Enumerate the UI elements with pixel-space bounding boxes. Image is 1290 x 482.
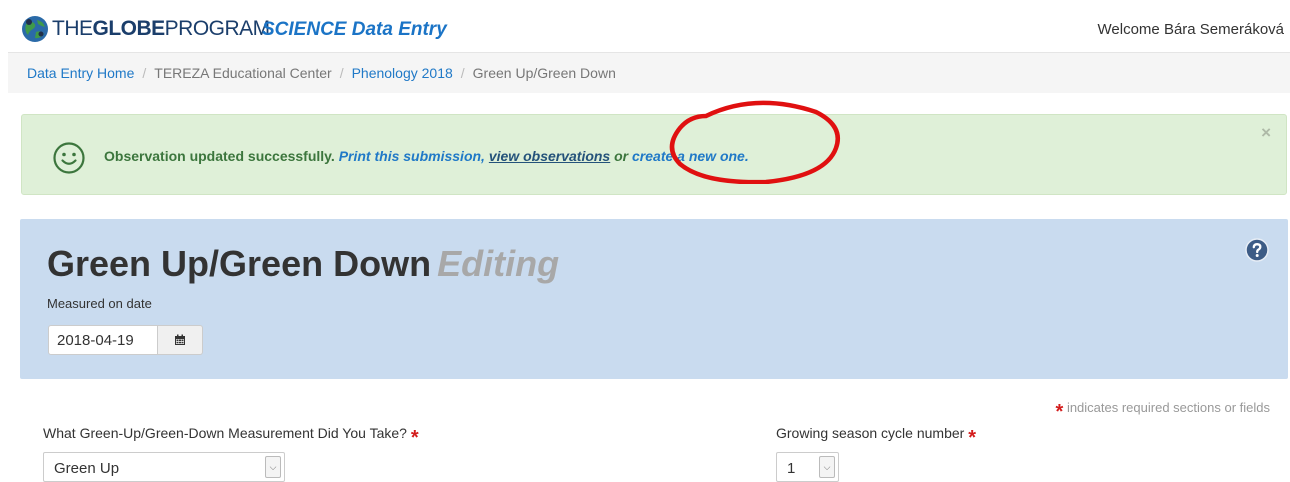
cycle-number-label: Growing season cycle number * xyxy=(776,425,976,450)
breadcrumb-protocol[interactable]: Phenology 2018 xyxy=(352,65,453,81)
alert-status-text: Observation updated successfully. xyxy=(104,148,335,164)
required-star: * xyxy=(968,427,976,449)
date-input[interactable] xyxy=(48,325,158,355)
logo-text: THEGLOBEPROGRAM xyxy=(52,17,270,40)
app-title: SCIENCE Data Entry xyxy=(262,19,447,40)
print-submission-link[interactable]: Print this submission, xyxy=(339,148,485,164)
alert-message: Observation updated successfully. Print … xyxy=(104,148,749,164)
calendar-button[interactable] xyxy=(158,325,203,355)
top-header: THEGLOBEPROGRAM SCIENCE Data Entry Welco… xyxy=(0,0,1290,52)
breadcrumb-separator: / xyxy=(460,65,465,81)
measurement-type-select[interactable]: Green Up ⌵ xyxy=(43,452,285,482)
globe-logo-icon xyxy=(22,16,48,42)
smiley-icon xyxy=(53,142,85,174)
breadcrumb-site: TEREZA Educational Center xyxy=(154,65,332,81)
measurement-type-label: What Green-Up/Green-Down Measurement Did… xyxy=(43,425,419,450)
editing-status: Editing xyxy=(437,243,560,284)
page-title: Green Up/Green Down Editing xyxy=(47,243,559,285)
required-star: * xyxy=(410,427,419,449)
required-note-text: indicates required sections or fields xyxy=(1066,400,1270,415)
breadcrumb-separator: / xyxy=(339,65,344,81)
breadcrumb-current: Green Up/Green Down xyxy=(472,65,616,81)
breadcrumb-separator: / xyxy=(142,65,147,81)
page-title-text: Green Up/Green Down xyxy=(47,243,432,284)
chevron-down-icon: ⌵ xyxy=(265,456,281,478)
globe-program-logo[interactable]: THEGLOBEPROGRAM xyxy=(20,14,270,44)
measurement-type-label-text: What Green-Up/Green-Down Measurement Did… xyxy=(43,425,407,441)
measurement-type-value: Green Up xyxy=(54,460,120,477)
welcome-user[interactable]: Welcome Bára Semeráková xyxy=(1098,21,1284,38)
date-picker xyxy=(48,325,203,355)
success-alert: Observation updated successfully. Print … xyxy=(21,114,1287,195)
annotation-circle xyxy=(669,100,840,184)
edit-panel: Green Up/Green Down Editing Measured on d… xyxy=(20,219,1288,379)
chevron-down-icon: ⌵ xyxy=(819,456,835,478)
measured-on-date-label: Measured on date xyxy=(47,296,152,311)
view-observations-link[interactable]: view observations xyxy=(489,148,610,164)
cycle-number-select[interactable]: 1 ⌵ xyxy=(776,452,839,482)
help-icon[interactable] xyxy=(1245,238,1269,262)
alert-or-text: or xyxy=(614,148,629,164)
breadcrumb: Data Entry Home / TEREZA Educational Cen… xyxy=(8,53,1290,93)
calendar-icon xyxy=(175,334,185,345)
cycle-number-value: 1 xyxy=(787,460,796,477)
cycle-number-label-text: Growing season cycle number xyxy=(776,425,965,441)
required-fields-note: * indicates required sections or fields xyxy=(1056,400,1270,424)
close-icon[interactable]: × xyxy=(1261,123,1271,143)
breadcrumb-data-entry-home[interactable]: Data Entry Home xyxy=(27,65,134,81)
required-star: * xyxy=(1055,401,1064,423)
